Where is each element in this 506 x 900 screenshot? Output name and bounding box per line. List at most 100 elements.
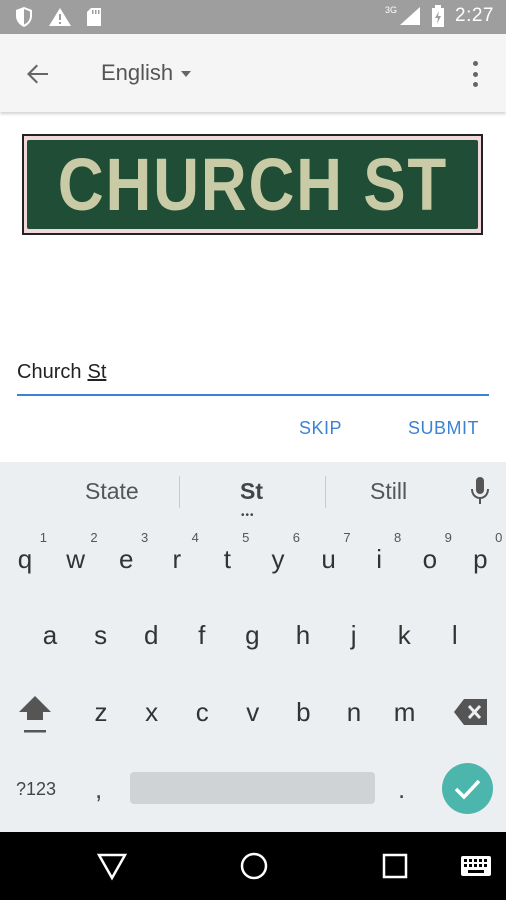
key-s[interactable]: s (76, 604, 126, 664)
overflow-menu-icon[interactable] (466, 58, 484, 90)
key-label: d (143, 620, 159, 650)
key-label: o (422, 544, 438, 574)
key-label: t (223, 544, 231, 574)
key-v[interactable]: v (228, 681, 278, 741)
sd-card-icon (87, 8, 101, 26)
key-w[interactable]: w2 (51, 528, 101, 588)
period-key[interactable]: . (398, 774, 405, 805)
key-label: r (172, 544, 182, 574)
key-label: c (195, 697, 209, 727)
key-label: p (473, 544, 488, 574)
key-l[interactable]: l (430, 604, 480, 664)
input-word-1: Church (17, 361, 82, 383)
key-o[interactable]: o9 (405, 528, 455, 588)
key-j[interactable]: j (329, 604, 379, 664)
key-number-hint: 3 (140, 530, 149, 545)
shield-icon (16, 7, 32, 27)
key-label: e (118, 544, 134, 574)
key-n[interactable]: n (329, 681, 379, 741)
symbols-key[interactable]: ?123 (16, 779, 56, 800)
input-word-2: St (87, 361, 107, 383)
key-t[interactable]: t5 (202, 528, 252, 588)
street-sign-image: CHURCH ST (22, 134, 483, 235)
key-z[interactable]: z (76, 681, 126, 741)
key-label: l (451, 620, 458, 650)
key-f[interactable]: f (177, 604, 227, 664)
keyboard-switch-icon[interactable] (460, 854, 492, 878)
answer-input[interactable]: Church St (17, 356, 489, 396)
status-bar: 3G 2:27 (0, 0, 506, 34)
key-number-hint: 1 (39, 530, 47, 545)
key-number-hint: 7 (343, 530, 351, 545)
shift-icon[interactable] (16, 690, 54, 738)
key-number-hint: 0 (495, 530, 503, 545)
key-i[interactable]: i8 (354, 528, 404, 588)
backspace-icon[interactable] (453, 697, 489, 727)
key-label: z (94, 697, 108, 727)
clock: 2:27 (455, 5, 494, 26)
submit-button[interactable]: SUBMIT (408, 418, 479, 439)
key-label: n (346, 697, 362, 727)
key-label: m (393, 697, 416, 727)
key-r[interactable]: r4 (152, 528, 202, 588)
key-a[interactable]: a (25, 604, 75, 664)
key-label: s (94, 620, 108, 650)
key-label: a (42, 620, 58, 650)
navigation-bar (0, 832, 506, 900)
key-x[interactable]: x (127, 681, 177, 741)
language-label: English (101, 60, 174, 85)
app-bar: English (0, 34, 506, 112)
key-u[interactable]: u7 (304, 528, 354, 588)
suggestion-divider (325, 476, 326, 508)
skip-button[interactable]: SKIP (299, 418, 342, 439)
suggestion-strip: State St ••• Still (0, 462, 506, 521)
key-label: i (376, 544, 383, 574)
key-m[interactable]: m (380, 681, 430, 741)
key-number-hint: 6 (292, 530, 300, 545)
nav-home-icon[interactable] (238, 850, 270, 882)
key-label: x (145, 697, 159, 727)
key-number-hint: 4 (191, 530, 199, 545)
key-label: f (198, 620, 206, 650)
suggestion-3[interactable]: Still (370, 478, 407, 505)
checkmark-icon (454, 779, 481, 800)
key-label: h (295, 620, 311, 650)
key-number-hint: 2 (90, 530, 98, 545)
warning-icon (49, 8, 71, 26)
key-y[interactable]: y6 (253, 528, 303, 588)
key-label: u (321, 544, 336, 574)
nav-recents-icon[interactable] (379, 850, 411, 882)
microphone-icon[interactable] (469, 476, 491, 506)
sign-text: CHURCH ST (57, 143, 448, 226)
key-label: g (245, 620, 260, 650)
key-number-hint: 8 (393, 530, 402, 545)
key-number-hint: 9 (444, 530, 452, 545)
key-c[interactable]: c (177, 681, 227, 741)
suggestion-divider (179, 476, 180, 508)
suggestion-1[interactable]: State (85, 478, 139, 505)
battery-icon (432, 5, 445, 27)
key-g[interactable]: g (227, 604, 277, 664)
more-suggestions-dots[interactable]: ••• (241, 510, 255, 521)
key-b[interactable]: b (278, 681, 328, 741)
enter-key[interactable] (442, 763, 493, 814)
key-label: q (17, 544, 33, 574)
key-h[interactable]: h (278, 604, 328, 664)
key-d[interactable]: d (126, 604, 176, 664)
key-label: y (271, 544, 285, 574)
key-e[interactable]: e3 (101, 528, 151, 588)
signal-icon (400, 7, 421, 25)
suggestion-2[interactable]: St (240, 478, 263, 505)
key-number-hint: 5 (242, 530, 250, 545)
language-dropdown[interactable]: English (101, 60, 192, 86)
space-bar[interactable] (130, 772, 375, 804)
key-k[interactable]: k (379, 604, 429, 664)
back-arrow-icon[interactable] (22, 58, 54, 90)
key-p[interactable]: p0 (455, 528, 505, 588)
dropdown-caret-icon (181, 71, 192, 77)
comma-key[interactable]: , (95, 774, 102, 805)
key-label: w (66, 544, 85, 574)
key-q[interactable]: q1 (0, 528, 50, 588)
key-label: j (350, 620, 357, 650)
nav-back-icon[interactable] (96, 850, 128, 882)
